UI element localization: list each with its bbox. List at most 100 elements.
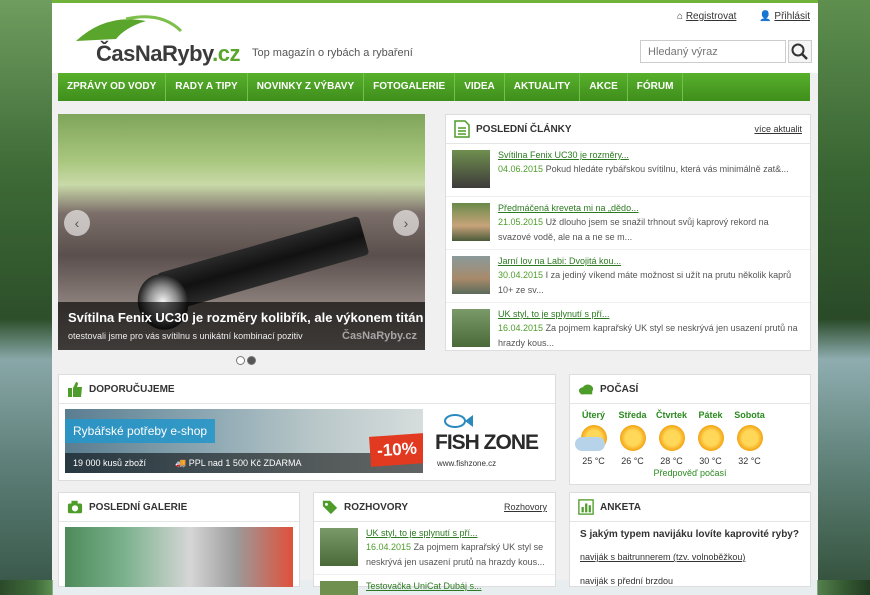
interview-link[interactable]: Testovačka UniCat Dubáj s... (366, 581, 482, 591)
article-link[interactable]: Jarní lov na Labi: Dvojitá kou... (498, 256, 621, 266)
weather-day: Sobota 32 °C (730, 410, 769, 466)
interview-item[interactable]: Testovačka UniCat Dubáj s... (314, 575, 555, 595)
weather-temp: 26 °C (621, 456, 644, 466)
slide-title[interactable]: Svítilna Fenix UC30 je rozměry kolibřík,… (68, 310, 423, 325)
slide-caption[interactable]: Svítilna Fenix UC30 je rozměry kolibřík,… (58, 302, 425, 350)
poll-header: ANKETA (570, 493, 810, 522)
fish-logo-icon (76, 15, 183, 41)
article-item[interactable]: UK styl, to je splynutí s pří... 16.04.2… (446, 303, 810, 355)
poll-box: ANKETA S jakým typem navijáku lovíte kap… (569, 492, 811, 587)
featured-slider[interactable]: ‹ › Svítilna Fenix UC30 je rozměry kolib… (58, 114, 425, 350)
slider-dot-2[interactable] (247, 356, 256, 365)
interviews-box: ROZHOVORY Rozhovory UK styl, to je splyn… (313, 492, 556, 595)
gallery-box: POSLEDNÍ GALERIE (58, 492, 300, 587)
main-nav: ZPRÁVY OD VODY RADY A TIPY NOVINKY Z VÝB… (58, 73, 810, 101)
sun-icon (656, 423, 687, 453)
chevron-right-icon: › (403, 215, 409, 231)
slide-watermark: ČasNaRyby.cz (342, 330, 417, 342)
poll-question: S jakým typem navijáku lovíte kaprovité … (580, 529, 799, 540)
cloud-icon (578, 384, 594, 395)
nav-forum[interactable]: FÓRUM (628, 73, 684, 101)
gallery-image[interactable] (65, 527, 293, 587)
article-excerpt-text: Za pojmem kaprařský UK styl se neskrývá … (498, 323, 798, 348)
search-button[interactable] (788, 40, 812, 63)
search-icon (791, 43, 808, 60)
weather-day: Středa 26 °C (613, 410, 652, 466)
article-date: 16.04.2015 (498, 323, 544, 333)
interview-item[interactable]: UK styl, to je splynutí s pří... 16.04.2… (314, 522, 555, 575)
search-input[interactable] (640, 40, 786, 63)
article-item[interactable]: Jarní lov na Labi: Dvojitá kou... 30.04.… (446, 250, 810, 303)
article-thumbnail[interactable] (452, 203, 490, 241)
register-link-label[interactable]: Registrovat (686, 11, 737, 22)
site-logo[interactable]: ČasNaRyby.cz (66, 13, 246, 66)
fishzone-logo[interactable]: FISH ZONE www.fishzone.cz (431, 409, 551, 473)
interview-thumbnail[interactable] (320, 528, 358, 566)
nav-akce[interactable]: AKCE (580, 73, 628, 101)
background-forest-left (0, 0, 52, 580)
login-link[interactable]: 👤 Přihlásit (749, 11, 810, 22)
article-item[interactable]: Předmáčená kreveta mi na „dědo... 21.05.… (446, 197, 810, 250)
nav-fotogalerie[interactable]: FOTOGALERIE (364, 73, 456, 101)
weather-day-name: Úterý (581, 410, 605, 420)
recommend-box: DOPORUČUJEME Rybářské potřeby e-shop 19 … (58, 374, 556, 481)
gallery-title: POSLEDNÍ GALERIE (89, 502, 188, 513)
article-date: 30.04.2015 (498, 270, 544, 280)
forecast-link[interactable]: Předpověď počasí (574, 468, 806, 478)
fishzone-brand: FISH ZONE (435, 431, 539, 454)
nav-aktuality[interactable]: AKTUALITY (505, 73, 581, 101)
nav-novinky[interactable]: NOVINKY Z VÝBAVY (248, 73, 365, 101)
eshop-item-count: 19 000 kusů zboží (73, 458, 147, 468)
eshop-banner[interactable]: Rybářské potřeby e-shop 19 000 kusů zbož… (65, 409, 423, 473)
interview-thumbnail[interactable] (320, 581, 358, 595)
nav-zpravy[interactable]: ZPRÁVY OD VODY (58, 73, 167, 101)
article-link[interactable]: UK styl, to je splynutí s pří... (498, 309, 610, 319)
article-thumbnail[interactable] (452, 256, 490, 294)
article-excerpt: 30.04.2015 I za jediný víkend máte možno… (498, 268, 798, 298)
article-thumbnail[interactable] (452, 150, 490, 188)
fish-hook-icon (444, 414, 473, 428)
article-date: 21.05.2015 (498, 217, 544, 227)
home-icon: ⌂ (677, 11, 684, 22)
interview-excerpt: 16.04.2015 Za pojmem kaprařský UK styl s… (366, 540, 546, 570)
article-date: 04.06.2015 (498, 164, 544, 174)
article-thumbnail[interactable] (452, 309, 490, 347)
weather-header: POČASÍ (570, 375, 810, 404)
top-links: ⌂ Registrovat 👤 Přihlásit (657, 11, 810, 22)
interview-link[interactable]: UK styl, to je splynutí s pří... (366, 528, 478, 538)
interviews-title: ROZHOVORY (344, 502, 409, 513)
interview-date: 16.04.2015 (366, 542, 412, 552)
weather-day: Pátek 30 °C (691, 410, 730, 466)
sun-cloud-icon (574, 423, 609, 453)
slide-subtitle: otestovali jsme pro vás svítilnu s uniká… (68, 331, 303, 341)
login-link-label[interactable]: Přihlásit (774, 11, 810, 22)
slider-prev-button[interactable]: ‹ (64, 210, 90, 236)
poll-option[interactable]: naviják s baitrunnerem (tzv. volnoběžkou… (580, 552, 745, 562)
article-excerpt: 21.05.2015 Už dlouho jsem se snažil trhn… (498, 215, 798, 245)
chevron-left-icon: ‹ (74, 215, 80, 231)
page: ČasNaRyby.cz Top magazín o rybách a ryba… (52, 0, 818, 595)
article-item[interactable]: Svítilna Fenix UC30 je rozměry... 04.06.… (446, 144, 810, 197)
interviews-header: ROZHOVORY Rozhovory (314, 493, 555, 522)
weather-day-name: Pátek (698, 410, 723, 420)
slider-next-button[interactable]: › (393, 210, 419, 236)
nav-rady[interactable]: RADY A TIPY (166, 73, 248, 101)
more-news-link[interactable]: více aktualit (754, 124, 802, 134)
nav-videa[interactable]: VIDEA (455, 73, 505, 101)
latest-articles-header: POSLEDNÍ ČLÁNKY více aktualit (446, 115, 810, 144)
sun-icon (695, 423, 726, 453)
weather-temp: 25 °C (582, 456, 605, 466)
discount-badge: -10% (369, 433, 423, 467)
interviews-link[interactable]: Rozhovory (504, 502, 547, 512)
eshop-shipping: 🚚 PPL nad 1 500 Kč ZDARMA (175, 453, 301, 473)
article-link[interactable]: Předmáčená kreveta mi na „dědo... (498, 203, 639, 213)
article-link[interactable]: Svítilna Fenix UC30 je rozměry... (498, 150, 629, 160)
slide-image (156, 215, 370, 313)
sun-icon (617, 423, 648, 453)
slider-dot-1[interactable] (236, 356, 245, 365)
logo-text: ČasNaRyby.cz (96, 41, 241, 66)
poll-option[interactable]: naviják s přední brzdou (580, 576, 673, 586)
register-link[interactable]: ⌂ Registrovat (667, 11, 736, 22)
header: ČasNaRyby.cz Top magazín o rybách a ryba… (52, 3, 818, 73)
weather-forecast: Úterý 25 °C Středa 26 °C Čtvrtek 28 °C Pátek 30… (570, 404, 810, 478)
